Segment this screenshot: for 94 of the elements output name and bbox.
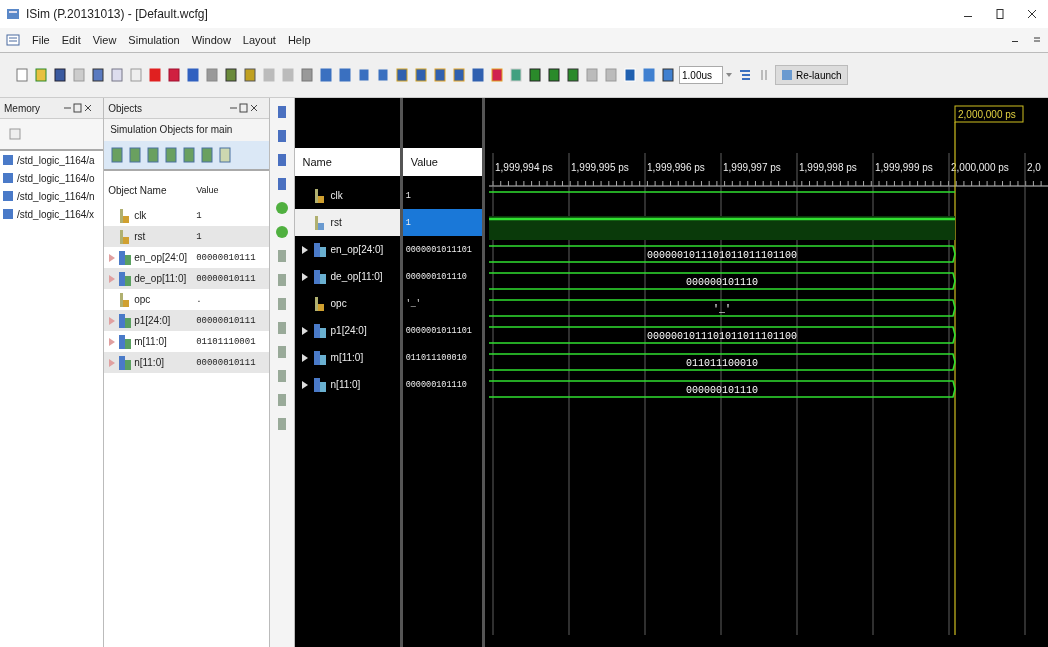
menu-item[interactable]: Window <box>191 34 231 46</box>
bus-value-label: '_' <box>713 304 731 315</box>
column-header[interactable]: Name <box>294 148 400 176</box>
signal-icon <box>312 187 327 204</box>
time-label: 1,999,999 ps <box>875 162 933 173</box>
memory-item[interactable]: /std_logic_1164/a <box>0 151 104 169</box>
signal-value: 000000101110 <box>405 271 467 282</box>
panel-title: Objects <box>108 102 143 114</box>
object-value: 1 <box>196 210 203 221</box>
run-icon[interactable] <box>274 224 289 240</box>
object-name: clk <box>134 210 147 221</box>
signal-value: 000000101110 <box>405 379 467 390</box>
relaunch-button[interactable]: Re-launch <box>775 65 848 85</box>
object-value: 00000010111 <box>196 273 257 284</box>
expand-icon[interactable] <box>300 379 309 390</box>
bus-value-label: 0000001011101011011101100 <box>646 250 797 261</box>
bus-signal-icon <box>312 241 327 258</box>
time-label: 1,999,996 ps <box>647 162 705 173</box>
menu-icon <box>6 33 20 47</box>
menu-item[interactable]: Simulation <box>128 34 180 46</box>
object-value: 1 <box>196 231 203 242</box>
object-name: n[11:0] <box>134 357 164 368</box>
signal-value: 0000001011101 <box>405 325 472 336</box>
object-name: rst <box>134 231 146 242</box>
object-value: . <box>196 294 203 305</box>
bus-value-label: 011011100010 <box>686 358 758 369</box>
signal-name[interactable]: rst <box>330 217 342 228</box>
signal-value: 1 <box>405 217 411 228</box>
object-name: de_op[11:0] <box>134 273 187 284</box>
close-icon[interactable] <box>1026 8 1038 20</box>
signal-name[interactable]: en_op[24:0] <box>330 244 384 255</box>
restore-icon[interactable] <box>1032 35 1042 45</box>
bus-value-label: 000000101110 <box>686 277 758 288</box>
app-icon <box>6 7 20 21</box>
memory-item[interactable]: /std_logic_1164/n <box>0 187 104 205</box>
run-icon[interactable] <box>274 200 289 216</box>
object-value: 00000010111 <box>196 315 257 326</box>
object-name: p1[24:0] <box>134 315 171 326</box>
expand-icon[interactable] <box>300 325 309 336</box>
signal-value: '_' <box>405 298 421 309</box>
signal-name[interactable]: de_op[11:0] <box>330 271 383 282</box>
column-header[interactable]: Object Name <box>104 184 197 196</box>
menu-item[interactable]: File <box>32 34 50 46</box>
expand-icon[interactable] <box>300 352 309 363</box>
signal-name[interactable]: m[11:0] <box>330 352 364 363</box>
bus-signal-icon <box>312 322 327 339</box>
time-label: 1,999,998 ps <box>799 162 857 173</box>
signal-value: 011011100010 <box>405 352 467 363</box>
object-name: en_op[24:0] <box>134 252 187 263</box>
time-label: 2,000,000 ps <box>951 162 1009 173</box>
time-label: 1,999,994 ps <box>495 162 553 173</box>
signal-name[interactable]: p1[24:0] <box>330 325 367 336</box>
object-value: 00000010111 <box>196 357 257 368</box>
bus-signal-icon <box>118 333 133 350</box>
time-label: 1,999,995 ps <box>571 162 629 173</box>
signal-value: 1 <box>405 190 411 201</box>
column-header[interactable]: Value <box>196 185 267 195</box>
time-field[interactable]: 1.00us <box>679 66 723 84</box>
bus-signal-icon <box>312 376 327 393</box>
bus-signal-icon <box>118 270 133 287</box>
column-header[interactable]: Value <box>402 148 482 176</box>
signal-name[interactable]: clk <box>330 190 343 201</box>
object-value: 01101110001 <box>196 336 257 347</box>
menu-item[interactable]: Layout <box>242 34 276 46</box>
bus-value-label: 0000001011101011011101100 <box>646 331 797 342</box>
menu-item[interactable]: Help <box>287 34 311 46</box>
object-name: opc <box>134 294 151 305</box>
bus-signal-icon <box>118 312 133 329</box>
memory-item[interactable]: /std_logic_1164/o <box>0 169 104 187</box>
menu-item[interactable]: View <box>92 34 117 46</box>
signal-name[interactable]: opc <box>330 298 347 309</box>
time-label: 2,0 <box>1027 162 1041 173</box>
memory-item[interactable]: /std_logic_1164/x <box>0 205 104 223</box>
window-title: ISim (P.20131013) - [Default.wcfg] <box>26 7 208 21</box>
signal-name[interactable]: n[11:0] <box>330 379 361 390</box>
time-cursor[interactable] <box>954 121 956 635</box>
maximize-icon[interactable] <box>994 8 1006 20</box>
panel-title: Memory <box>4 102 41 114</box>
bus-signal-icon <box>312 349 327 366</box>
bus-signal-icon <box>118 354 133 371</box>
bus-signal-icon <box>118 249 133 266</box>
object-name: m[11:0] <box>134 336 167 347</box>
expand-icon[interactable] <box>300 271 309 282</box>
signal-icon <box>312 214 327 231</box>
bus-signal-icon <box>312 268 327 285</box>
signal-icon <box>312 295 327 312</box>
bus-value-label: 000000101110 <box>686 385 758 396</box>
signal-value: 0000001011101 <box>405 244 472 255</box>
object-value: 00000010111 <box>196 252 257 263</box>
panel-subtitle: Simulation Objects for main <box>104 119 269 141</box>
menu-item[interactable]: Edit <box>61 34 81 46</box>
cursor-label: 2,000,000 ps <box>954 105 1024 123</box>
time-label: 1,999,997 ps <box>723 162 781 173</box>
expand-icon[interactable] <box>300 244 309 255</box>
